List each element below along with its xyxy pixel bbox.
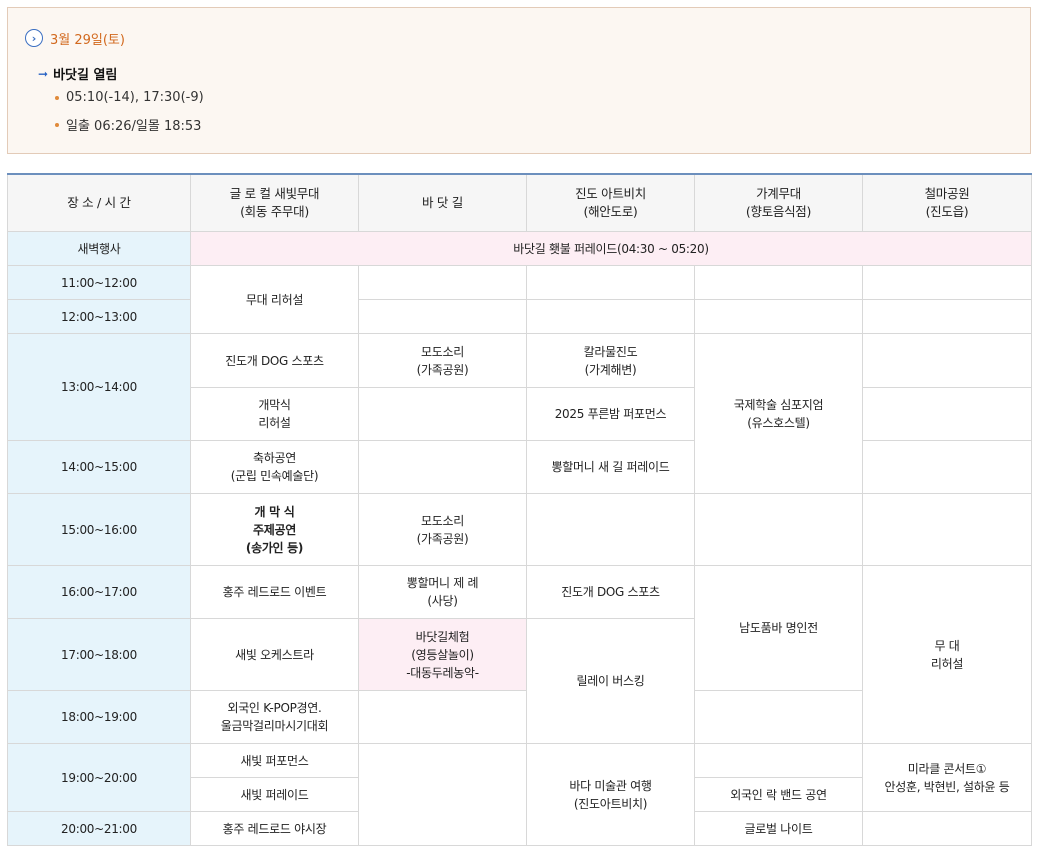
header-sea-road: 바 닷 길 [358,173,527,232]
empty-cell [526,265,695,300]
empty-cell [694,265,863,300]
time-cell: 18:00~19:00 [7,690,191,744]
time-cell: 12:00~13:00 [7,299,191,334]
empty-cell [862,387,1032,441]
empty-cell [862,493,1032,566]
empty-cell [358,743,527,846]
empty-cell [694,743,863,778]
table-row: 13:00~14:00 진도개 DOG 스포츠 모도소리 (가족공원) 칼라물진… [7,333,1032,494]
event-cell: 뽕할머니 새 길 퍼레이드 [526,440,695,494]
table-row: 15:00~16:00 개 막 식 주제공연 (송가인 등) 모도소리 (가족공… [7,493,1032,566]
arrow-right-icon: ➞ [38,66,49,81]
header-art-beach: 진도 아트비치 (해안도로) [526,173,695,232]
event-cell: 홍주 레드로드 야시장 [190,811,359,846]
empty-cell [358,265,527,300]
empty-cell [526,299,695,334]
event-cell: 개 막 식 주제공연 (송가인 등) [190,493,359,566]
event-cell: 바다 미술관 여행 (진도아트비치) [526,743,695,846]
time-cell: 14:00~15:00 [7,440,191,494]
empty-cell [358,387,527,441]
empty-cell [694,299,863,334]
chevron-right-icon[interactable]: › [25,29,43,47]
header-cheolma-park: 철마공원 (진도읍) [862,173,1032,232]
empty-cell [694,690,863,744]
table-row: 12:00~13:00 [7,299,1032,334]
empty-cell [862,440,1032,494]
table-row: 16:00~17:00 홍주 레드로드 이벤트 뽕할머니 제 례 (사당) 진도… [7,565,1032,744]
event-cell: 홍주 레드로드 이벤트 [190,565,359,619]
header-place-time: 장 소 / 시 간 [7,173,191,232]
empty-cell [862,811,1032,846]
event-cell: 진도개 DOG 스포츠 [190,333,359,388]
empty-cell [862,299,1032,334]
table-row: 19:00~20:00 새빛 퍼포먼스 바다 미술관 여행 (진도아트비치) 미… [7,743,1032,846]
empty-cell [526,493,695,566]
tide-title: 바닷길 열림 [53,68,118,83]
event-cell: 모도소리 (가족공원) [358,333,527,388]
schedule-table: 장 소 / 시 간 글 로 컬 새빛무대 (회동 주무대) 바 닷 길 진도 아… [7,173,1032,846]
table-row: 11:00~12:00 무대 리허설 [7,265,1032,334]
event-cell: 모도소리 (가족공원) [358,493,527,566]
time-cell: 13:00~14:00 [7,333,191,441]
event-cell: 남도품바 명인전 [694,565,863,691]
event-cell: 새빛 오케스트라 [190,618,359,691]
time-cell: 19:00~20:00 [7,743,191,812]
empty-cell [694,493,863,566]
empty-cell [862,333,1032,388]
table-row: 14:00~15:00 축하공연 (군립 민속예술단) 뽕할머니 새 길 퍼레이… [7,440,1032,494]
time-cell: 새벽행사 [7,231,191,266]
event-info-box: › 3월 29일(토) ➞ 바닷길 열림 05:10(-14), 17:30(-… [7,7,1031,154]
date-row[interactable]: › 3월 29일(토) [25,28,125,48]
empty-cell [862,265,1032,300]
event-cell: 2025 푸른밤 퍼포먼스 [526,387,695,441]
bullet-dot-icon [55,122,59,127]
empty-cell [358,690,527,744]
table-header-row: 장 소 / 시 간 글 로 컬 새빛무대 (회동 주무대) 바 닷 길 진도 아… [7,173,1032,232]
event-date: 3월 29일(토) [50,32,125,48]
time-cell: 11:00~12:00 [7,265,191,300]
time-cell: 17:00~18:00 [7,618,191,691]
event-cell: 외국인 K-POP경연. 울금막걸리마시기대회 [190,690,359,744]
event-cell: 무대 리허설 [190,265,359,334]
event-cell: 뽕할머니 제 례 (사당) [358,565,527,619]
event-cell: 외국인 락 밴드 공연 [694,777,863,812]
event-cell: 미라클 콘서트① 안성훈, 박현빈, 설하윤 등 [862,743,1032,812]
event-cell: 칼라물진도 (가계해변) [526,333,695,388]
event-cell: 새빛 퍼레이드 [190,777,359,812]
time-cell: 20:00~21:00 [7,811,191,846]
bullet-dot-icon [55,95,59,100]
event-cell: 진도개 DOG 스포츠 [526,565,695,619]
sunrise-sunset: 일출 06:26/일몰 18:53 [55,115,201,134]
empty-cell [358,440,527,494]
event-cell: 릴레이 버스킹 [526,618,695,744]
tide-title-row: ➞ 바닷길 열림 [38,64,118,84]
tide-times: 05:10(-14), 17:30(-9) [55,90,204,105]
event-cell: 국제학술 심포지엄 (유스호스텔) [694,333,863,494]
event-cell: 새빛 퍼포먼스 [190,743,359,778]
empty-cell [358,299,527,334]
time-cell: 16:00~17:00 [7,565,191,619]
table-row: 새벽행사 바닷길 횃불 퍼레이드(04:30 ~ 05:20) [7,231,1032,266]
header-saebit-stage: 글 로 컬 새빛무대 (회동 주무대) [190,173,359,232]
header-gagye-stage: 가계무대 (향토음식점) [694,173,863,232]
event-cell: 바닷길체험 (영등살놀이) -대동두레농악- [358,618,527,691]
event-cell: 축하공연 (군립 민속예술단) [190,440,359,494]
event-cell: 바닷길 횃불 퍼레이드(04:30 ~ 05:20) [190,231,1032,266]
event-cell: 무 대 리허설 [862,565,1032,744]
event-cell: 개막식 리허설 [190,387,359,441]
event-cell: 글로벌 나이트 [694,811,863,846]
time-cell: 15:00~16:00 [7,493,191,566]
